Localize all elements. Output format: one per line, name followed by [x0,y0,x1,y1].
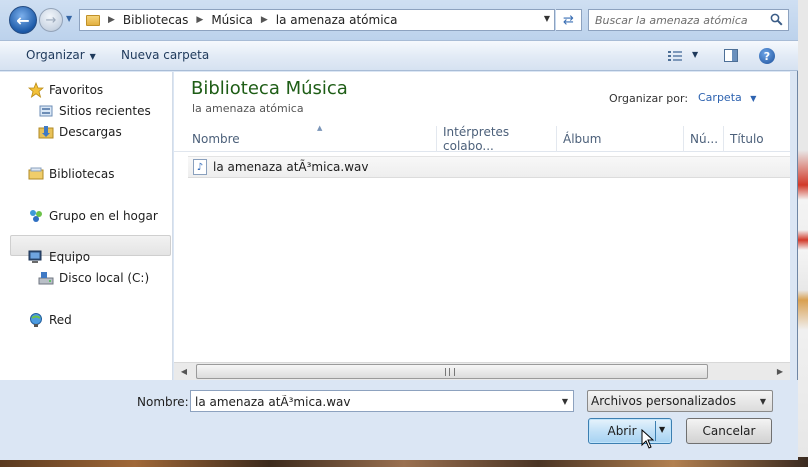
column-header-name[interactable]: ▲ Nombre [186,124,437,152]
chevron-down-icon: ▼ [759,397,766,406]
breadcrumb-current-folder[interactable]: la amenaza atómica [276,13,398,27]
nav-label: Disco local (C:) [59,271,150,285]
scroll-left-arrow-icon[interactable]: ◀ [176,364,192,379]
nav-label: Red [49,313,72,327]
address-row: ← → ▼ ▶ Bibliotecas ▶ Música ▶ la amenaz… [0,0,798,40]
star-icon [28,82,44,98]
libraries-icon [28,166,44,182]
arrange-by-label: Organizar por: [609,92,689,105]
arrange-by-dropdown[interactable]: Carpeta ▼ [698,91,756,104]
nav-item-libraries[interactable]: Bibliotecas [28,164,114,184]
recent-places-icon [38,103,54,119]
chevron-down-icon[interactable]: ▼ [562,397,568,406]
split-divider [655,421,656,441]
nav-label: Equipo [49,250,91,264]
organize-button[interactable]: Organizar ▼ [26,48,96,62]
homegroup-icon [28,208,44,224]
nav-item-downloads[interactable]: Descargas [38,122,122,142]
search-icon[interactable] [770,13,783,26]
library-subtitle: la amenaza atómica [192,102,304,115]
column-label: Álbum [563,132,602,146]
file-name-combobox[interactable]: ▼ [190,390,574,412]
column-label: Título [730,132,764,146]
column-label: Nombre [192,132,240,146]
address-history-dropdown-icon[interactable]: ▼ [544,14,550,23]
column-label: Nú... [690,132,719,146]
mouse-pointer-icon [641,429,655,449]
breadcrumb-bibliotecas[interactable]: Bibliotecas [123,13,188,27]
chevron-down-icon: ▼ [750,94,757,103]
search-box[interactable] [588,9,789,31]
nav-label: Bibliotecas [49,167,115,181]
view-dropdown-icon[interactable]: ▼ [692,50,698,59]
forward-button[interactable]: → [39,8,63,32]
file-name-label: Nombre: [137,395,189,409]
open-button[interactable]: Abrir ▼ [588,418,672,444]
nav-item-network[interactable]: Red [28,310,72,330]
column-header-number[interactable]: Nú... [684,126,724,152]
view-options-icon[interactable] [668,50,682,62]
arrow-right-icon: → [45,12,57,28]
scroll-right-arrow-icon[interactable]: ▶ [772,364,788,379]
command-bar: Organizar ▼ Nueva carpeta ▼ ? [0,40,798,71]
arrange-by-value: Carpeta [698,91,742,104]
address-bar[interactable]: ▶ Bibliotecas ▶ Música ▶ la amenaza atóm… [79,9,555,31]
recent-pages-dropdown[interactable]: ▼ [66,14,76,24]
file-name: la amenaza atÃ³mica.wav [213,160,369,174]
new-folder-button[interactable]: Nueva carpeta [121,48,209,62]
nav-item-favorites[interactable]: Favoritos [28,80,103,100]
nav-item-recent-places[interactable]: Sitios recientes [38,101,151,121]
search-input[interactable] [595,13,765,28]
column-header-album[interactable]: Álbum [557,126,684,152]
horizontal-scrollbar[interactable]: ◀ ▶ [174,362,790,380]
nav-label: Sitios recientes [59,104,151,118]
nav-label: Descargas [59,125,122,139]
folder-icon [86,14,100,26]
navigation-pane: Favoritos Sitios recientes Descargas Bib… [0,72,173,380]
refresh-button[interactable]: ⇄ [556,9,582,31]
file-list-pane: Biblioteca Música la amenaza atómica Org… [174,72,790,362]
audio-file-icon: ♪ [193,159,207,175]
downloads-folder-icon [38,124,54,140]
open-file-dialog: ← → ▼ ▶ Bibliotecas ▶ Música ▶ la amenaz… [0,0,798,460]
column-header-title[interactable]: Título [724,126,790,152]
dialog-footer: Nombre: ▼ Archivos personalizados ▼ Abri… [0,380,798,460]
file-type-value: Archivos personalizados [591,394,736,408]
refresh-icon: ⇄ [563,12,574,28]
nav-item-computer[interactable]: Equipo [28,247,90,267]
organize-label: Organizar [26,48,85,62]
library-title: Biblioteca Música [191,78,348,99]
network-icon [28,312,44,328]
chevron-down-icon: ▼ [66,14,73,23]
nav-item-local-disk[interactable]: Disco local (C:) [38,268,149,288]
column-label: Intérpretes colabo... [443,125,510,153]
breadcrumb-separator-icon[interactable]: ▶ [261,15,268,25]
nav-item-homegroup[interactable]: Grupo en el hogar [28,206,158,226]
nav-label: Favoritos [49,83,104,97]
hard-drive-icon [38,270,54,286]
open-options-dropdown-icon[interactable]: ▼ [659,425,665,434]
chevron-down-icon: ▼ [89,52,96,61]
scrollbar-thumb[interactable] [196,364,708,379]
cancel-button[interactable]: Cancelar [686,418,772,444]
arrow-left-icon: ← [16,10,30,30]
file-row[interactable]: ♪ la amenaza atÃ³mica.wav [188,156,790,178]
computer-icon [28,249,44,265]
help-icon[interactable]: ? [759,48,775,64]
scrollbar-grip-icon [445,368,455,376]
breadcrumb-separator-icon[interactable]: ▶ [196,15,203,25]
breadcrumb-musica[interactable]: Música [211,13,253,27]
breadcrumb-separator-icon[interactable]: ▶ [108,15,115,25]
sort-ascending-icon: ▲ [317,124,323,132]
file-type-select[interactable]: Archivos personalizados ▼ [587,390,773,412]
nav-label: Grupo en el hogar [49,209,158,223]
file-name-input[interactable] [195,394,551,409]
column-header-row: ▲ Nombre Intérpretes colabo... Álbum Nú.… [174,124,790,153]
column-header-artists[interactable]: Intérpretes colabo... [437,125,557,153]
preview-pane-icon[interactable] [724,49,738,62]
back-button[interactable]: ← [9,6,37,34]
